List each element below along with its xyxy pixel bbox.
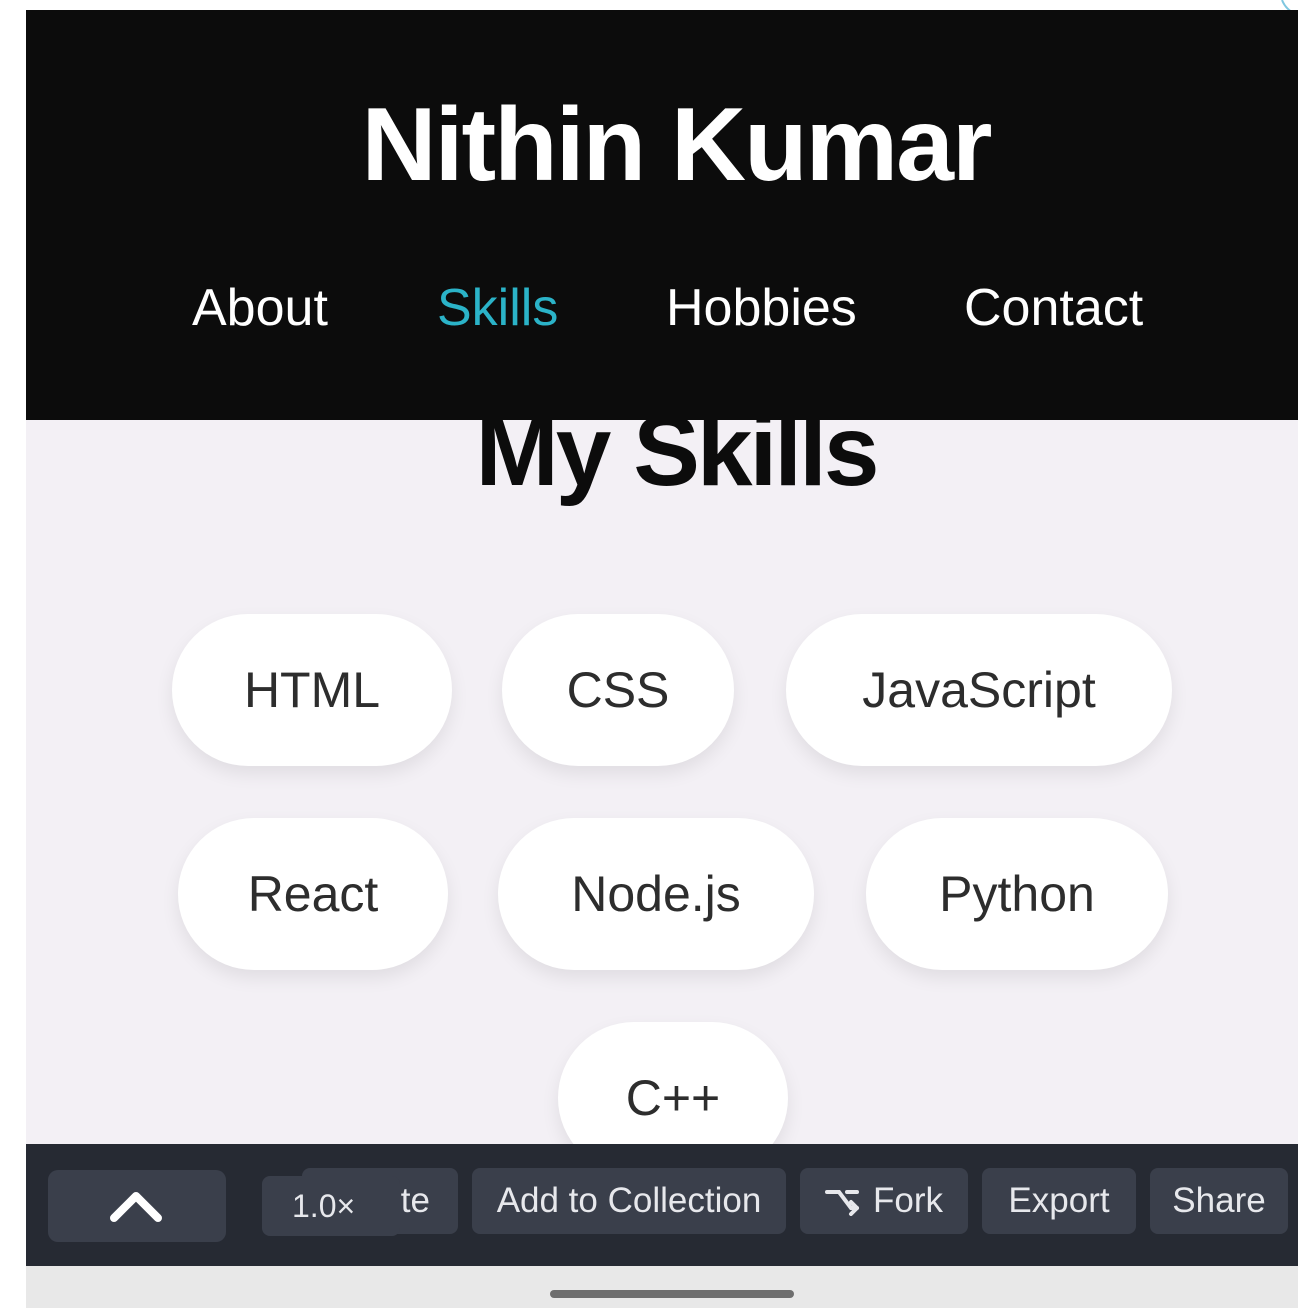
skill-chip-python[interactable]: Python xyxy=(866,818,1168,970)
add-to-collection-button[interactable]: Add to Collection xyxy=(472,1168,786,1234)
home-indicator[interactable] xyxy=(550,1290,794,1298)
nav-link-contact[interactable]: Contact xyxy=(964,278,1143,338)
export-button[interactable]: Export xyxy=(982,1168,1136,1234)
skill-chip-nodejs[interactable]: Node.js xyxy=(498,818,814,970)
fork-label: Fork xyxy=(873,1181,943,1220)
fork-icon xyxy=(825,1190,859,1216)
nav-link-skills[interactable]: Skills xyxy=(437,278,558,338)
fork-button[interactable]: Fork xyxy=(800,1168,968,1234)
skills-section: My Skills HTML CSS JavaScript React Node… xyxy=(26,420,1298,1150)
bottom-toolbar: te 1.0× Add to Collection Fork Export Sh… xyxy=(26,1144,1298,1266)
app-frame: Nithin Kumar About Skills Hobbies Contac… xyxy=(26,10,1298,1308)
main-nav: About Skills Hobbies Contact xyxy=(26,278,1298,338)
skill-chip-react[interactable]: React xyxy=(178,818,448,970)
zoom-level-pill[interactable]: 1.0× xyxy=(262,1176,400,1236)
site-header: Nithin Kumar About Skills Hobbies Contac… xyxy=(26,10,1298,420)
skill-chip-html[interactable]: HTML xyxy=(172,614,452,766)
nav-link-about[interactable]: About xyxy=(192,278,328,338)
chevron-up-icon xyxy=(110,1192,162,1222)
scroll-up-button[interactable] xyxy=(48,1170,226,1242)
skill-chip-cpp[interactable]: C++ xyxy=(558,1022,788,1150)
skill-chip-css[interactable]: CSS xyxy=(502,614,734,766)
nav-link-hobbies[interactable]: Hobbies xyxy=(666,278,857,338)
site-title: Nithin Kumar xyxy=(361,87,993,203)
section-title: My Skills xyxy=(475,420,880,507)
skill-chip-javascript[interactable]: JavaScript xyxy=(786,614,1172,766)
system-nav-area xyxy=(26,1266,1298,1308)
share-button[interactable]: Share xyxy=(1150,1168,1288,1234)
